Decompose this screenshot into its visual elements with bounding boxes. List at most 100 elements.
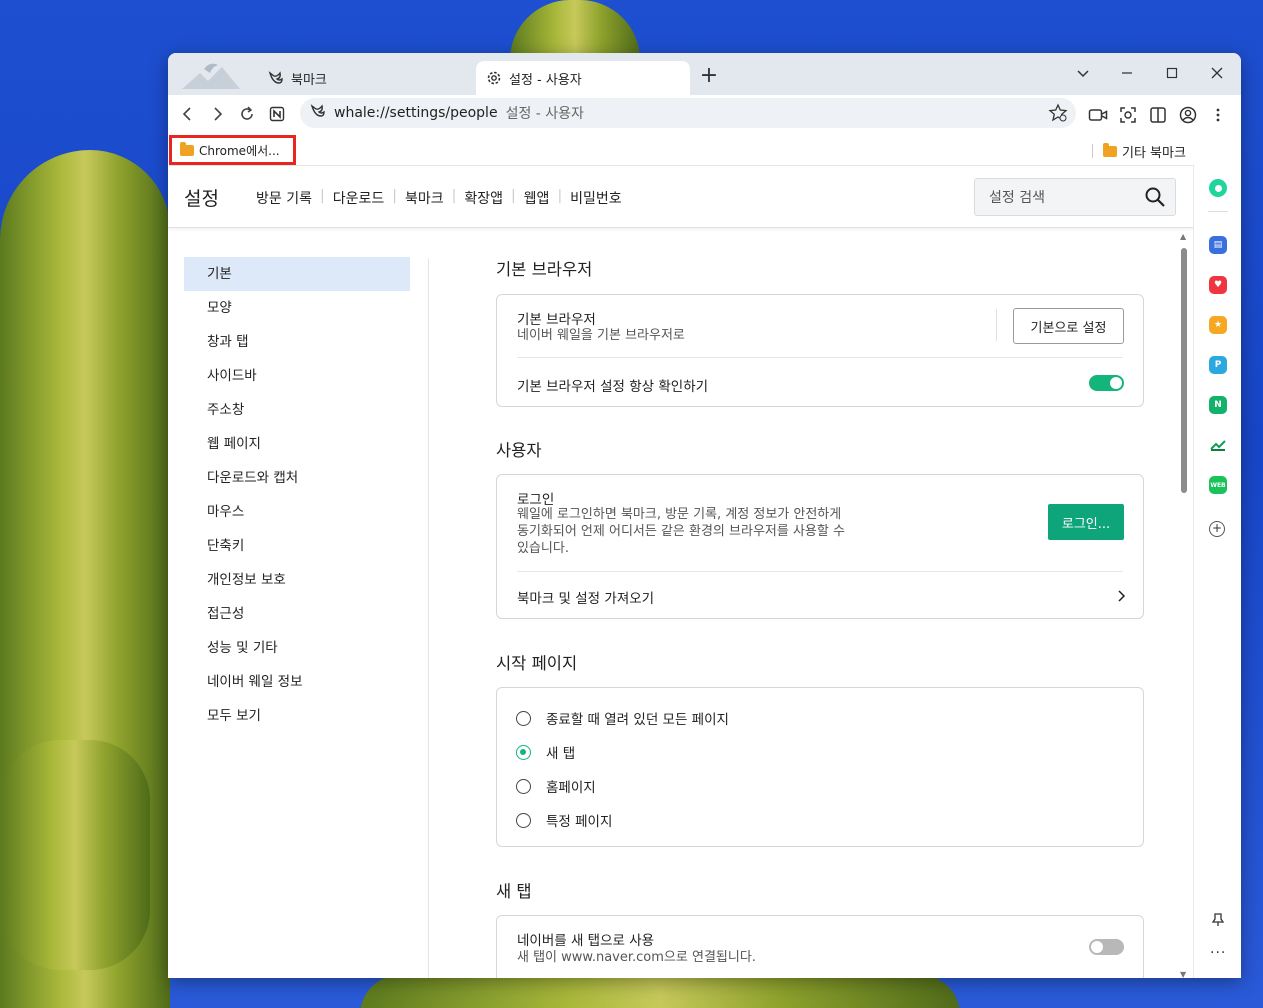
address-bar[interactable]: whale://settings/people 설정 - 사용자	[300, 98, 1076, 128]
login-button[interactable]: 로그인...	[1048, 504, 1124, 540]
sidebar-item-basic[interactable]: 기본	[184, 257, 410, 291]
stock-chart-app-icon[interactable]	[1209, 436, 1227, 454]
naver-new-tab-toggle[interactable]	[1089, 939, 1124, 955]
whale-icon	[310, 103, 326, 123]
radio-button[interactable]	[516, 812, 531, 828]
sidebar-more-icon[interactable]: ···	[1210, 945, 1226, 961]
login-desc: 동기화되어 언제 어디서든 같은 환경의 브라우저를 사용할 수	[517, 524, 845, 539]
green-dot-app-icon[interactable]	[1209, 179, 1227, 197]
sidebar-item-web-page[interactable]: 웹 페이지	[184, 427, 410, 461]
bookmark-folder-other[interactable]: 기타 북마크	[1092, 142, 1186, 161]
settings-page: 설정 방문 기록 | 다운로드 | 북마크 | 확장앱 | 웹앱 | 비밀번호 설정 검색…	[168, 165, 1193, 978]
folder-icon	[180, 141, 194, 156]
tab-strip: 북마크 설정 - 사용자 +	[168, 53, 1241, 95]
sidebar-item-view-all[interactable]: 모두 보기	[184, 699, 410, 733]
more-menu-icon[interactable]	[1207, 104, 1229, 126]
sidebar-item-about[interactable]: 네이버 웨일 정보	[184, 665, 410, 699]
add-app-icon[interactable]: +	[1209, 521, 1225, 537]
bookmark-folder-chrome[interactable]: Chrome에서...	[169, 135, 296, 165]
new-tab-button[interactable]: +	[698, 65, 720, 87]
radio-label: 특정 페이지	[546, 814, 613, 830]
sidebar-item-appearance[interactable]: 모양	[184, 291, 410, 325]
radio-button-checked[interactable]	[516, 744, 531, 760]
video-call-icon[interactable]	[1087, 104, 1109, 126]
papago-app-icon[interactable]: P	[1209, 356, 1227, 374]
section-title-start-page: 시작 페이지	[496, 654, 578, 673]
sidebar-item-privacy[interactable]: 개인정보 보호	[184, 563, 410, 597]
toolbox-app-icon[interactable]: ▤	[1209, 236, 1227, 254]
naver-home-icon[interactable]	[265, 102, 289, 126]
naver-shopping-app-icon[interactable]: N	[1209, 396, 1227, 414]
browser-window: 북마크 설정 - 사용자 + whale://settings/people 설…	[168, 53, 1241, 978]
login-desc: 있습니다.	[517, 541, 569, 556]
sidebar-item-mouse[interactable]: 마우스	[184, 495, 410, 529]
page-scrollbar[interactable]: ▲ ▼	[1178, 232, 1192, 978]
back-arrow-icon[interactable]	[176, 102, 200, 126]
search-placeholder: 설정 검색	[989, 190, 1045, 206]
check-default-toggle[interactable]	[1089, 375, 1124, 391]
row-divider	[517, 571, 1123, 572]
close-button[interactable]	[1202, 59, 1232, 87]
webtoon-app-icon[interactable]: WEB	[1209, 476, 1227, 494]
sidebar-item-accessibility[interactable]: 접근성	[184, 597, 410, 631]
sidebar-item-download-capture[interactable]: 다운로드와 캡처	[184, 461, 410, 495]
user-card: 로그인 웨일에 로그인하면 북마크, 방문 기록, 계정 정보가 안전하게 동기…	[496, 474, 1144, 619]
start-option-homepage[interactable]: 홈페이지	[516, 776, 596, 796]
import-bookmarks-link[interactable]: 북마크 및 설정 가져오기	[517, 587, 654, 607]
capture-icon[interactable]	[1117, 104, 1139, 126]
sidebar-item-address-bar[interactable]: 주소창	[184, 393, 410, 427]
vertical-divider	[996, 309, 997, 341]
header-links: 방문 기록 | 다운로드 | 북마크 | 확장앱 | 웹앱 | 비밀번호	[248, 188, 630, 208]
header-link-downloads[interactable]: 다운로드	[325, 188, 393, 208]
start-option-restore[interactable]: 종료할 때 열려 있던 모든 페이지	[516, 708, 729, 728]
login-desc: 웨일에 로그인하면 북마크, 방문 기록, 계정 정보가 안전하게	[517, 507, 842, 522]
tab-title: 북마크	[291, 72, 327, 88]
radio-button[interactable]	[516, 778, 531, 794]
toggle-knob	[1110, 377, 1122, 389]
header-link-bookmarks[interactable]: 북마크	[397, 188, 452, 208]
radio-label: 새 탭	[546, 746, 576, 762]
bookmark-star-icon[interactable]	[1048, 103, 1068, 123]
scroll-thumb[interactable]	[1181, 248, 1187, 493]
whale-sidebar: ▤ ♥ ★ P N WEB + ···	[1193, 165, 1241, 978]
scroll-up-icon[interactable]: ▲	[1180, 232, 1186, 241]
start-option-new-tab[interactable]: 새 탭	[516, 742, 575, 762]
start-option-specific[interactable]: 특정 페이지	[516, 810, 612, 830]
sidebar-item-windows-tabs[interactable]: 창과 탭	[184, 325, 410, 359]
favorites-app-icon[interactable]: ★	[1209, 316, 1227, 334]
search-icon[interactable]	[1144, 186, 1166, 208]
sidebar-item-performance[interactable]: 성능 및 기타	[184, 631, 410, 665]
address-url: whale://settings/people	[334, 105, 498, 121]
wallpaper-cactus-bottom	[360, 975, 960, 1008]
naver-new-tab-desc: 새 탭이 www.naver.com으로 연결됩니다.	[517, 950, 756, 965]
tab-bookmarks[interactable]: 북마크	[268, 61, 473, 95]
tab-title: 설정 - 사용자	[509, 72, 582, 88]
toolbar: whale://settings/people 설정 - 사용자	[168, 95, 1241, 133]
maximize-button[interactable]	[1157, 59, 1187, 87]
settings-search-input[interactable]: 설정 검색	[974, 178, 1176, 216]
tab-list-chevron-icon[interactable]	[1068, 59, 1098, 87]
scroll-down-icon[interactable]: ▼	[1180, 970, 1186, 978]
wallpaper-cactus-arm	[0, 740, 150, 970]
chevron-right-icon[interactable]	[1117, 588, 1127, 607]
set-default-button[interactable]: 기본으로 설정	[1013, 308, 1124, 344]
split-view-icon[interactable]	[1147, 104, 1169, 126]
default-browser-card: 기본 브라우저 네이버 웨일을 기본 브라우저로 기본으로 설정 기본 브라우저…	[496, 294, 1144, 407]
header-link-history[interactable]: 방문 기록	[248, 188, 320, 208]
forward-arrow-icon[interactable]	[205, 102, 229, 126]
header-link-passwords[interactable]: 비밀번호	[562, 188, 630, 208]
reload-icon[interactable]	[235, 102, 259, 126]
section-title-user: 사용자	[496, 441, 542, 460]
header-link-webapps[interactable]: 웹앱	[516, 188, 558, 208]
sidebar-item-sidebar[interactable]: 사이드바	[184, 359, 410, 393]
bookmark-folder-label: 기타 북마크	[1122, 145, 1186, 161]
radio-button[interactable]	[516, 710, 531, 726]
header-link-extensions[interactable]: 확장앱	[456, 188, 511, 208]
sidebar-item-shortcuts[interactable]: 단축키	[184, 529, 410, 563]
toggle-knob	[1091, 941, 1103, 953]
profile-icon[interactable]	[1177, 104, 1199, 126]
tab-settings[interactable]: 설정 - 사용자	[476, 61, 690, 95]
pin-icon[interactable]	[1211, 912, 1225, 926]
pocket-app-icon[interactable]: ♥	[1209, 276, 1227, 294]
minimize-button[interactable]	[1112, 59, 1142, 87]
